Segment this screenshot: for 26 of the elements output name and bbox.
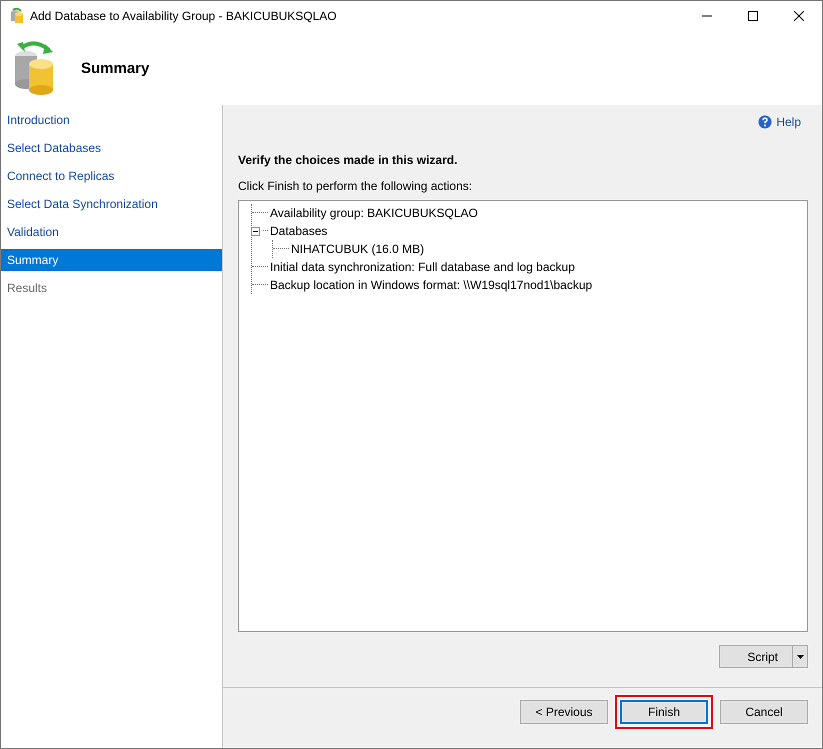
tree-item: Availability group: BAKICUBUKSQLAO: [270, 206, 478, 220]
script-button[interactable]: Script: [719, 645, 808, 668]
close-icon: [794, 11, 804, 21]
sidebar-item[interactable]: Select Data Synchronization: [1, 193, 222, 215]
sidebar-item[interactable]: Select Databases: [1, 137, 222, 159]
heading: Verify the choices made in this wizard.: [238, 153, 458, 167]
database-icon: [10, 8, 24, 24]
wizard-button[interactable]: < Previous: [520, 700, 608, 724]
wizard-button[interactable]: Finish: [620, 700, 708, 724]
instruction-text: Click Finish to perform the following actions:: [238, 179, 474, 193]
tree-item: Initial data synchronization: Full database and log backup: [270, 260, 575, 274]
tree-item: NIHATCUBUK (16.0 MB): [291, 242, 424, 256]
sidebar-item[interactable]: Connect to Replicas: [1, 165, 222, 187]
maximize-icon: [748, 11, 758, 21]
sidebar-item[interactable]: Introduction: [1, 109, 222, 131]
window-title: Add Database to Availability Group - BAKICUBUKSQLAO: [30, 9, 338, 23]
caret-icon: [796, 654, 804, 658]
tree-item: Databases: [270, 224, 328, 238]
tree-item: Backup location in Windows format: \\W19sql17nod1\backup: [270, 278, 592, 292]
sidebar-item[interactable]: Validation: [1, 221, 222, 243]
help-link[interactable]: Help: [758, 111, 808, 133]
help-icon: [758, 115, 772, 129]
page-title: Summary: [81, 60, 150, 76]
sidebar-item[interactable]: Summary: [1, 249, 222, 271]
collapse-icon[interactable]: [251, 226, 260, 236]
wizard-button[interactable]: Cancel: [720, 700, 808, 724]
